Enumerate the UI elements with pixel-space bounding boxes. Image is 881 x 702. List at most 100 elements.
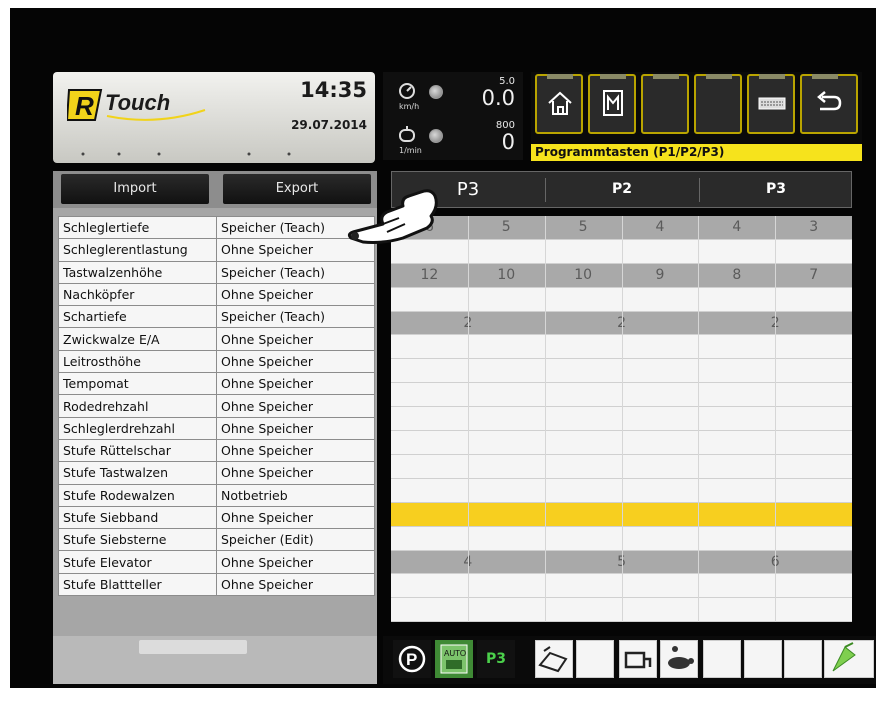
grid-cell[interactable]: 4 bbox=[698, 216, 775, 240]
grid-cell[interactable]: 10 bbox=[468, 264, 545, 288]
parameter-mode[interactable]: Notbetrieb bbox=[216, 483, 375, 507]
scroll-tab[interactable] bbox=[139, 640, 247, 654]
table-row[interactable]: Nachköpfer Ohne Speicher bbox=[58, 282, 375, 307]
program-col-p2[interactable]: P2 bbox=[546, 172, 698, 207]
table-row[interactable]: Schleglerentlastung Ohne Speicher bbox=[58, 238, 375, 262]
keyboard-button[interactable] bbox=[747, 74, 795, 134]
home-button[interactable] bbox=[535, 74, 583, 134]
rpm-unit: 1/min bbox=[399, 146, 422, 155]
grid-cell[interactable]: 8 bbox=[698, 264, 775, 288]
machine-button[interactable] bbox=[619, 640, 657, 678]
status-slot-10[interactable] bbox=[784, 640, 822, 678]
gps-button[interactable] bbox=[824, 640, 874, 678]
parameter-mode[interactable]: Ohne Speicher bbox=[216, 282, 375, 307]
parameter-name: Schleglertiefe bbox=[58, 215, 217, 240]
memory-button[interactable] bbox=[588, 74, 636, 134]
toolbar-slot-4[interactable] bbox=[694, 74, 742, 134]
table-row[interactable]: Stufe Elevator Ohne Speicher bbox=[58, 550, 375, 574]
status-slot-9[interactable] bbox=[744, 640, 782, 678]
turtle-button[interactable] bbox=[660, 640, 698, 678]
parameter-mode[interactable]: Ohne Speicher bbox=[216, 349, 375, 374]
grid-cell[interactable]: 5 bbox=[468, 216, 545, 240]
grid-cell[interactable]: 7 bbox=[775, 264, 852, 288]
home-icon bbox=[548, 91, 572, 115]
speed-value: 0.0 bbox=[481, 86, 515, 110]
grid-cell[interactable]: 12 bbox=[391, 264, 468, 288]
table-row[interactable]: Schleglertiefe Speicher (Teach) bbox=[58, 215, 375, 240]
back-button[interactable] bbox=[800, 74, 858, 134]
parameter-mode[interactable]: Ohne Speicher bbox=[216, 372, 375, 396]
shaker-button[interactable] bbox=[535, 640, 573, 678]
table-row[interactable]: Stufe Rodewalzen Notbetrieb bbox=[58, 483, 375, 507]
parking-icon: P bbox=[398, 645, 426, 673]
program-indicator: P3 bbox=[477, 640, 515, 678]
rpm-value: 0 bbox=[501, 130, 515, 154]
table-row[interactable]: Stufe Blattteller Ohne Speicher bbox=[58, 572, 375, 597]
svg-text:AUTO: AUTO bbox=[444, 649, 466, 658]
speedometer-icon bbox=[399, 83, 415, 99]
grid-divider bbox=[467, 216, 469, 622]
table-row[interactable]: Tempomat Ohne Speicher bbox=[58, 372, 375, 396]
parameter-name: Tastwalzenhöhe bbox=[58, 260, 217, 284]
parameter-name: Stufe Siebsterne bbox=[58, 528, 217, 552]
parameter-mode[interactable]: Speicher (Teach) bbox=[216, 305, 375, 329]
grid-divider bbox=[621, 216, 623, 622]
program-keys-banner: Programmtasten (P1/P2/P3) bbox=[531, 144, 862, 161]
table-row[interactable]: Schartiefe Speicher (Teach) bbox=[58, 305, 375, 329]
parameter-mode[interactable]: Ohne Speicher bbox=[216, 394, 375, 418]
program-col-p3[interactable]: P3 bbox=[700, 172, 852, 207]
table-row[interactable]: Schleglerdrehzahl Ohne Speicher bbox=[58, 416, 375, 440]
svg-text:R: R bbox=[75, 91, 94, 121]
svg-text:P: P bbox=[406, 650, 417, 669]
parameter-name: Leitrosthöhe bbox=[58, 349, 217, 374]
parameter-mode[interactable]: Ohne Speicher bbox=[216, 416, 375, 440]
auto-mode-button[interactable]: AUTO bbox=[435, 640, 473, 678]
turtle-icon bbox=[668, 646, 694, 669]
parameter-mode[interactable]: Ohne Speicher bbox=[216, 550, 375, 574]
table-row[interactable]: Stufe Rüttelschar Ohne Speicher bbox=[58, 438, 375, 463]
parking-brake-button[interactable]: P bbox=[393, 640, 431, 678]
parameter-name: Zwickwalze E/A bbox=[58, 327, 217, 351]
parameter-name: Nachköpfer bbox=[58, 282, 217, 307]
back-icon bbox=[817, 91, 842, 111]
parameter-mode[interactable]: Speicher (Edit) bbox=[216, 528, 375, 552]
grid-cell[interactable]: 3 bbox=[775, 216, 852, 240]
parameter-mode[interactable]: Speicher (Teach) bbox=[216, 260, 375, 284]
parameter-name: Tempomat bbox=[58, 372, 217, 396]
table-row[interactable]: Rodedrehzahl Ohne Speicher bbox=[58, 394, 375, 418]
grid-divider bbox=[544, 216, 546, 622]
parameter-mode[interactable]: Ohne Speicher bbox=[216, 572, 375, 597]
speed-gauge: km/h 5.0 0.0 bbox=[383, 72, 523, 116]
parameter-name: Schleglerdrehzahl bbox=[58, 416, 217, 440]
grid-cell[interactable]: 9 bbox=[622, 264, 699, 288]
table-row[interactable]: Stufe Tastwalzen Ohne Speicher bbox=[58, 461, 375, 485]
machine-icon bbox=[624, 651, 652, 669]
parameter-mode[interactable]: Ohne Speicher bbox=[216, 438, 375, 463]
table-row[interactable]: Leitrosthöhe Ohne Speicher bbox=[58, 349, 375, 374]
keyboard-icon bbox=[758, 97, 786, 110]
status-slot-5[interactable] bbox=[576, 640, 614, 678]
top-toolbar bbox=[531, 72, 862, 144]
parameter-panel: Schleglertiefe Speicher (Teach) Schleglere… bbox=[53, 208, 377, 636]
parameter-name: Schleglerentlastung bbox=[58, 238, 217, 262]
import-button[interactable]: Import bbox=[61, 174, 209, 204]
satellite-icon bbox=[832, 642, 856, 672]
toolbar-slot-3[interactable] bbox=[641, 74, 689, 134]
logo-text: Touch bbox=[105, 90, 170, 115]
table-row[interactable]: Tastwalzenhöhe Speicher (Teach) bbox=[58, 260, 375, 284]
program-header: P3 P2 P3 bbox=[391, 171, 852, 208]
parameter-mode[interactable]: Ohne Speicher bbox=[216, 461, 375, 485]
grid-cell[interactable]: 10 bbox=[545, 264, 622, 288]
grid-cell[interactable]: 5 bbox=[545, 216, 622, 240]
grid-cell[interactable]: 4 bbox=[622, 216, 699, 240]
logo: R Touch bbox=[67, 89, 206, 121]
parameter-name: Stufe Elevator bbox=[58, 550, 217, 574]
table-row[interactable]: Zwickwalze E/A Ohne Speicher bbox=[58, 327, 375, 351]
status-slot-8[interactable] bbox=[703, 640, 741, 678]
parameter-mode[interactable]: Ohne Speicher bbox=[216, 327, 375, 351]
parameter-mode[interactable]: Ohne Speicher bbox=[216, 505, 375, 530]
parameter-name: Rodedrehzahl bbox=[58, 394, 217, 418]
table-row[interactable]: Stufe Siebband Ohne Speicher bbox=[58, 505, 375, 530]
table-row[interactable]: Stufe Siebsterne Speicher (Edit) bbox=[58, 528, 375, 552]
grid-divider bbox=[775, 216, 777, 622]
